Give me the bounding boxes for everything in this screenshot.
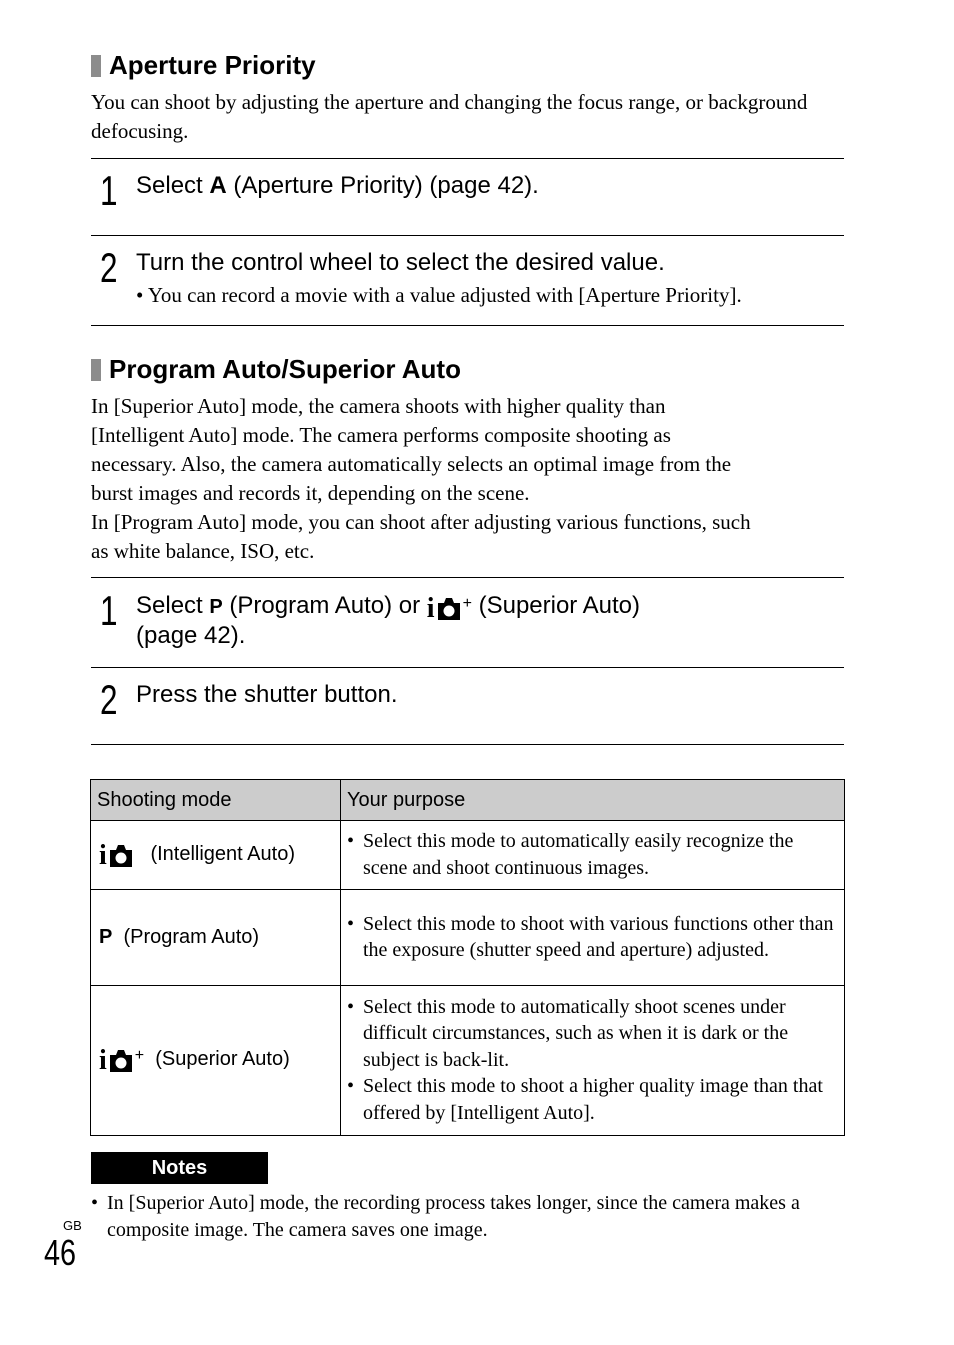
manual-page: Aperture Priority You can shoot by adjus… (0, 0, 954, 1345)
region-code: GB (63, 1218, 82, 1233)
section-heading-aperture-priority: Aperture Priority (91, 50, 316, 81)
purpose-item: Select this mode to automatically easily… (347, 828, 838, 881)
section-heading-program-superior-auto: Program Auto/Superior Auto (91, 354, 461, 385)
step-text: Press the shutter button. (136, 681, 398, 708)
program-superior-intro: In [Superior Auto] mode, the camera shoo… (91, 394, 751, 563)
step-subnote: • You can record a movie with a value ad… (136, 283, 742, 307)
step-number: 2 (100, 676, 118, 723)
mode-label: (Intelligent Auto) (150, 842, 295, 865)
step-number: 2 (100, 244, 118, 291)
table-row: i+ (Superior Auto) Select this mode to a… (90, 985, 845, 1136)
step-text: Turn the control wheel to select the des… (136, 249, 665, 276)
divider (91, 744, 844, 745)
purpose-item: Select this mode to automatically shoot … (347, 994, 838, 1074)
mode-label: (Program Auto) (123, 926, 260, 948)
divider (91, 158, 844, 159)
step-text: Select P (Program Auto) or i + (Superior … (136, 592, 641, 624)
superior-auto-icon: i + (99, 1045, 145, 1076)
heading-text: Aperture Priority (109, 50, 316, 80)
heading-marker (91, 358, 101, 381)
intelligent-auto-icon: i (99, 841, 134, 869)
shooting-mode-table: Shooting mode Your purpose i (Intelligen… (90, 779, 845, 1136)
page-number: 46 (44, 1232, 77, 1273)
purpose-cell: Select this mode to shoot with various f… (340, 889, 845, 986)
purpose-cell: Select this mode to automatically shoot … (340, 985, 845, 1136)
step-text: Select A (Aperture Priority) (page 42). (136, 172, 539, 199)
purpose-item: Select this mode to shoot with various f… (347, 911, 838, 964)
column-header-your-purpose: Your purpose (340, 779, 845, 821)
divider (91, 577, 844, 578)
note-item: In [Superior Auto] mode, the recording p… (91, 1190, 847, 1244)
step-text-continued: (page 42). (136, 622, 246, 649)
step-number: 1 (100, 587, 118, 634)
program-auto-icon: P (99, 926, 113, 948)
purpose-cell: Select this mode to automatically easily… (340, 820, 845, 890)
aperture-mode-glyph: A (209, 172, 227, 199)
step-number: 1 (100, 167, 118, 214)
table-row: P (Program Auto) Select this mode to sho… (90, 889, 845, 986)
divider (91, 667, 844, 668)
notes-badge: Notes (91, 1152, 268, 1184)
table-row: i (Intelligent Auto) Select this mode to… (90, 820, 845, 890)
divider (91, 325, 844, 326)
superior-auto-icon: i + (426, 593, 472, 624)
program-auto-glyph: P (209, 596, 223, 618)
heading-marker (91, 54, 101, 77)
heading-text: Program Auto/Superior Auto (109, 354, 461, 384)
mode-label: (Superior Auto) (155, 1048, 290, 1070)
column-header-shooting-mode: Shooting mode (90, 779, 341, 821)
table-header-row: Shooting mode Your purpose (90, 779, 845, 821)
mode-cell: P (Program Auto) (90, 889, 341, 986)
mode-cell: i (Intelligent Auto) (90, 820, 341, 890)
divider (91, 235, 844, 236)
mode-cell: i + (Superior Auto) (90, 985, 341, 1136)
aperture-intro: You can shoot by adjusting the aperture … (91, 90, 808, 143)
purpose-item: Select this mode to shoot a higher quali… (347, 1073, 838, 1126)
